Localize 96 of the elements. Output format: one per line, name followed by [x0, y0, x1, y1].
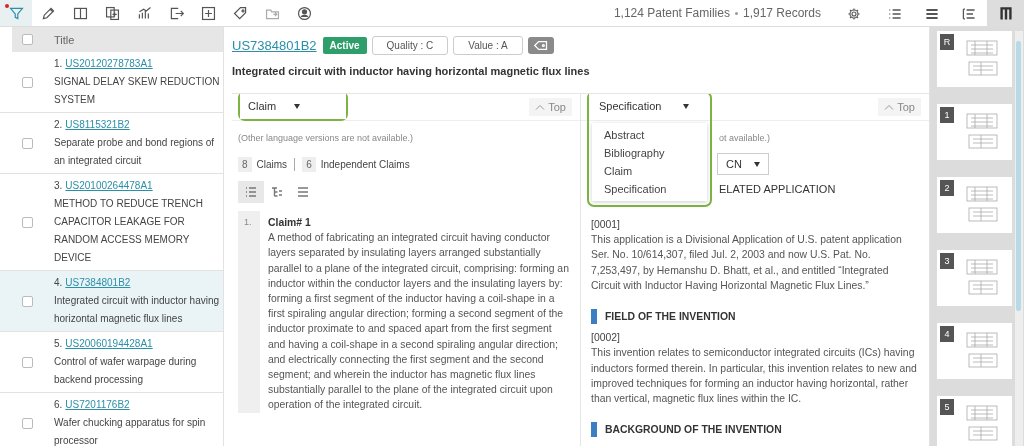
- count-badge: 8: [238, 157, 252, 172]
- count-label: Independent Claims: [320, 159, 410, 170]
- menu-item[interactable]: Claim: [592, 162, 707, 180]
- claim-number: 1.: [238, 211, 260, 413]
- result-number: 6.: [54, 398, 63, 412]
- chevron-up-icon: [535, 104, 546, 110]
- language-dropdown[interactable]: CN: [717, 153, 769, 175]
- drawing-thumbnail[interactable]: R: [937, 31, 1012, 87]
- page-label: R: [940, 34, 954, 50]
- user-circle-icon[interactable]: [295, 4, 313, 22]
- page-label: 4: [940, 326, 954, 342]
- row-checkbox[interactable]: [21, 76, 33, 88]
- drawing-thumbnail[interactable]: 3: [937, 250, 1012, 306]
- columns-icon: [997, 5, 1014, 22]
- caret-icon: [753, 161, 760, 167]
- result-number: 1.: [54, 57, 63, 71]
- patent-link[interactable]: US7201176B2: [65, 396, 130, 414]
- scrollbar-thumb[interactable]: [1016, 41, 1021, 311]
- notification-dot: [5, 4, 9, 8]
- page-label: 2: [940, 180, 954, 196]
- page-label: 3: [940, 253, 954, 269]
- bulleted-list-icon: [245, 186, 257, 198]
- status-badge: Active: [322, 37, 367, 54]
- view-toggle[interactable]: [238, 181, 264, 203]
- row-checkbox[interactable]: [21, 356, 33, 368]
- result-number: 2.: [54, 118, 63, 132]
- patent-title: Integrated circuit with inductor having horizontal magnetic flux lines: [232, 65, 591, 77]
- row-checkbox[interactable]: [21, 137, 33, 149]
- result-title: Integrated circuit with inductor having horizontal magnetic flux lines: [54, 294, 221, 326]
- separator-dot: [734, 11, 738, 15]
- result-row[interactable]: 1. US20120278783A1 SIGNAL DELAY SKEW REDUCTION SYSTEM: [0, 52, 223, 113]
- section-dropdown[interactable]: Claim: [240, 94, 347, 119]
- result-row[interactable]: 2. US8115321B2 Separate probe and bond regions of an integrated circuit: [0, 113, 223, 174]
- language-note: ot available.): [719, 133, 772, 143]
- drawing-thumbnail[interactable]: 1: [937, 104, 1012, 160]
- language-note: (Other language versions are not available.): [238, 133, 415, 143]
- result-row[interactable]: 5. US20060194428A1 Control of wafer warpage during backend processing: [0, 332, 223, 393]
- result-title: SIGNAL DELAY SKEW REDUCTION SYSTEM: [54, 75, 221, 107]
- column-header: Title: [53, 33, 75, 46]
- patent-link[interactable]: US7384801B2: [65, 274, 131, 292]
- compare-icon[interactable]: [103, 4, 121, 22]
- value-tag: Value : A: [453, 36, 523, 55]
- menu-item[interactable]: Bibliography: [592, 144, 707, 162]
- result-row[interactable]: 6. US7201176B2 Wafer chucking apparatus for spin processor: [0, 393, 223, 446]
- section-heading: BACKGROUND OF THE INVENTION: [605, 423, 782, 438]
- result-title: Wafer chucking apparatus for spin processor: [54, 416, 207, 446]
- tag-icon[interactable]: [231, 4, 249, 22]
- row-checkbox[interactable]: [21, 295, 33, 307]
- record-count: 1,124 Patent Families: [613, 6, 730, 20]
- settings-icon[interactable]: [845, 5, 862, 22]
- result-title: Separate probe and bond regions of an integrated circuit: [54, 136, 216, 168]
- section-heading: FIELD OF THE INVENTION: [605, 310, 736, 324]
- record-count: 1,917 Records: [742, 6, 821, 20]
- paragraph-text: This invention relates to semiconductor integrated circuits (ICs) having inductors formed therein. In particular, this invention relates to new and improved techniques for forming an inductor having horizontal, rather than vertical, magnetic flux lines within the IC.: [591, 346, 918, 407]
- section-marker: [591, 422, 597, 438]
- patent-link[interactable]: US20060194428A1: [65, 335, 153, 353]
- count-label: Claims: [256, 159, 288, 170]
- patent-link[interactable]: US20100264478A1: [65, 177, 153, 195]
- drawing-thumbnail[interactable]: 5: [937, 396, 1012, 446]
- select-all-checkbox[interactable]: [21, 34, 33, 45]
- row-checkbox[interactable]: [21, 216, 33, 228]
- count-badge: 6: [302, 157, 316, 172]
- tag-icon: [532, 40, 549, 51]
- claim-heading: Claim# 1: [268, 216, 312, 230]
- claim-text: A method of fabricating an integrated circuit having conductor layers separated by insulating layers arranged substantially parallel to a plane of the integrated circuit, comprising: forming an inductor within the conductor layers and the insulating layers by: forming a first segment of the inductor having a coil-shape in a first spiraling angular direction; forming a second segment of the inductor proximate to and spaced apart from the first segment and having a coil-shape in a second spiraling angular direction; and electrically connecting the first segment and the second segment; and wherein the inductor has magnetic flux lines substantially parallel to the plane of the integrated circuit upon operation of the integrated circuit.: [268, 231, 570, 413]
- chevron-up-icon: [884, 104, 895, 110]
- add-box-icon[interactable]: [199, 4, 217, 22]
- menu-item[interactable]: Specification: [592, 180, 707, 198]
- tree-icon: [271, 186, 283, 198]
- page-label: 1: [940, 107, 954, 123]
- result-title: Control of wafer warpage during backend processing: [54, 355, 198, 387]
- view-mode-button[interactable]: [987, 0, 1024, 27]
- row-checkbox[interactable]: [21, 417, 33, 429]
- drawing-thumbnail[interactable]: 4: [937, 323, 1012, 379]
- patent-link[interactable]: US20120278783A1: [65, 55, 153, 73]
- paragraph-number: [0001]: [591, 218, 621, 232]
- quality-tag: Quality : C: [371, 36, 449, 55]
- result-number: 4.: [54, 276, 63, 290]
- scrollbar[interactable]: [1015, 31, 1023, 446]
- tag-button[interactable]: [527, 37, 554, 54]
- section-heading: ELATED APPLICATION: [719, 183, 837, 195]
- paragraph-number: [0002]: [591, 331, 621, 346]
- result-number: 5.: [54, 337, 63, 351]
- menu-item[interactable]: Abstract: [592, 126, 707, 144]
- result-title: METHOD TO REDUCE TRENCH CAPACITOR LEAKAGE FOR RANDOM ACCESS MEMORY DEVICE: [54, 197, 204, 265]
- patent-link[interactable]: US7384801B2: [232, 38, 317, 53]
- patent-link[interactable]: US8115321B2: [65, 116, 130, 134]
- caret-icon: [294, 103, 301, 109]
- paragraph-text: This application is a Divisional Application of U.S. patent application Ser. No. 10/614,307, filed Jul. 2, 2003 and now U.S. Pat. No. 7,253,497, by Hemanshu D. Bhatt, et al., and entitled “Integrated Circuit with Inductor Having Horizontal Magnetic Flux Lines.”: [591, 233, 903, 293]
- drawing-thumbnail[interactable]: 2: [937, 177, 1012, 233]
- lines-icon: [297, 186, 309, 198]
- result-row[interactable]: 4. US7384801B2 Integrated circuit with inductor having horizontal magnetic flux lines: [0, 271, 223, 332]
- page-label: 5: [940, 399, 954, 415]
- result-number: 3.: [54, 179, 63, 193]
- section-marker: [591, 309, 597, 325]
- caret-icon: [683, 103, 690, 109]
